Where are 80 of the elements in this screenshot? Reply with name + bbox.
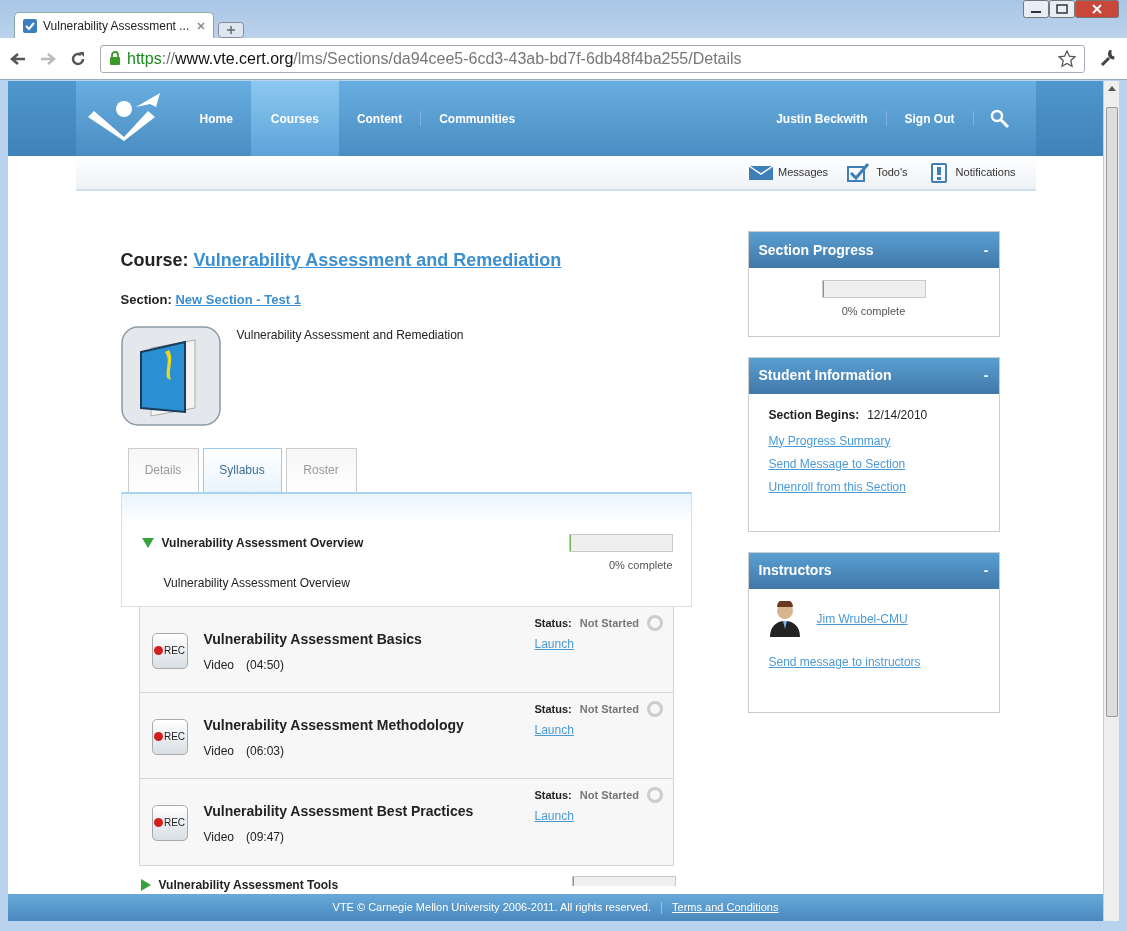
close-icon[interactable] bbox=[1075, 0, 1119, 18]
subbar-link[interactable]: Todo's bbox=[876, 164, 908, 181]
nav-link[interactable]: Content bbox=[338, 81, 421, 156]
page-tab[interactable]: Roster bbox=[285, 447, 357, 492]
expanded-triangle-icon[interactable] bbox=[141, 537, 154, 548]
site-favicon bbox=[23, 18, 37, 33]
browser-tab[interactable]: Vulnerability Assessment ... bbox=[14, 12, 214, 38]
progress-reading: 0% complete bbox=[607, 557, 673, 573]
status-value: Not Started bbox=[579, 701, 640, 717]
terms-link[interactable]: Terms and Conditions bbox=[672, 899, 779, 916]
lesson-title: Vulnerability Assessment Best Practices bbox=[203, 801, 475, 821]
lesson-meta: Video (04:50) bbox=[203, 656, 285, 674]
sign-out-link[interactable]: Sign Out bbox=[886, 81, 973, 156]
module-description: Vulnerability Assessment Overview bbox=[163, 574, 351, 592]
launch-link[interactable]: Launch bbox=[534, 807, 574, 825]
nav-link[interactable]: Courses bbox=[250, 81, 339, 156]
collapse-toggle[interactable]: - bbox=[983, 560, 989, 581]
course-title-link[interactable]: Vulnerability Assessment and Remediation bbox=[193, 250, 562, 270]
star-icon[interactable] bbox=[1058, 49, 1076, 68]
url-text: https://www.vte.cert.org/lms/Sections/da94cee5-6cd3-43ab-bd7f-6db48f4ba255/Details bbox=[127, 48, 743, 69]
address-bar[interactable]: https://www.vte.cert.org/lms/Sections/da94cee5-6cd3-43ab-bd7f-6db48f4ba255/Details bbox=[100, 44, 1085, 73]
status-value: Not Started bbox=[579, 615, 640, 631]
section-begins-date: 12/14/2010 bbox=[867, 407, 928, 422]
status-value: Not Started bbox=[579, 787, 640, 803]
scroll-up-icon[interactable] bbox=[1107, 85, 1116, 91]
person-silhouette-icon bbox=[768, 600, 801, 637]
panel-title: Section Progress bbox=[758, 240, 874, 260]
video-rec-icon: REC bbox=[151, 632, 188, 669]
panel-title: Student Information bbox=[758, 366, 892, 385]
sidebar-link[interactable]: Unenroll from this Section bbox=[768, 477, 979, 496]
collapse-toggle[interactable]: - bbox=[983, 239, 989, 261]
lock-icon bbox=[109, 51, 121, 66]
nav-link[interactable]: Communities bbox=[421, 81, 534, 156]
search-icon[interactable] bbox=[989, 108, 1010, 129]
back-arrow-icon[interactable] bbox=[10, 51, 26, 66]
subbar-link[interactable]: Notifications bbox=[955, 164, 1016, 181]
progress-reading: 0% complete bbox=[840, 304, 907, 319]
launch-link[interactable]: Launch bbox=[534, 721, 574, 739]
status-ring-icon bbox=[647, 700, 664, 717]
tab-title: Vulnerability Assessment ... bbox=[43, 17, 191, 35]
sidebar-link[interactable]: Send message to instructors bbox=[768, 652, 979, 671]
nav-link[interactable]: Home bbox=[181, 81, 251, 156]
new-tab-icon[interactable] bbox=[218, 22, 244, 38]
subbar-link[interactable]: Messages bbox=[778, 164, 829, 181]
lesson-meta: Video (09:47) bbox=[203, 828, 285, 846]
status-label: Status: bbox=[534, 615, 572, 631]
status-label: Status: bbox=[534, 701, 572, 717]
course-description: Vulnerability Assessment and Remediation bbox=[236, 326, 464, 344]
book-icon bbox=[120, 325, 221, 426]
footer-copyright: VTE © Carnegie Mellon University 2006-2011. All rights reserved. bbox=[332, 900, 652, 916]
close-icon[interactable] bbox=[197, 21, 205, 30]
collapsed-triangle-icon[interactable] bbox=[140, 878, 151, 891]
course-heading: Course: Vulnerability Assessment and Remediation bbox=[120, 249, 563, 272]
instructor-link[interactable]: Jim Wrubel-CMU bbox=[816, 609, 908, 628]
collapse-toggle[interactable]: - bbox=[983, 365, 989, 386]
lesson-meta: Video (06:03) bbox=[203, 742, 285, 760]
section-begins-label: Section Begins: bbox=[768, 407, 860, 422]
user-name-link[interactable]: Justin Beckwith bbox=[758, 81, 886, 156]
minimize-icon[interactable] bbox=[1023, 0, 1049, 18]
scrollbar-thumb[interactable] bbox=[1105, 107, 1118, 717]
sidebar-link[interactable]: Send Message to Section bbox=[768, 454, 979, 473]
module-title[interactable]: Vulnerability Assessment Tools bbox=[158, 875, 339, 894]
section-link[interactable]: New Section - Test 1 bbox=[175, 292, 301, 307]
sidebar-link[interactable]: My Progress Summary bbox=[768, 431, 979, 450]
video-rec-icon: REC bbox=[151, 718, 188, 755]
panel-title: Instructors bbox=[758, 561, 832, 580]
reload-icon[interactable] bbox=[70, 50, 86, 67]
status-ring-icon bbox=[647, 614, 664, 631]
page-tab[interactable]: Details bbox=[127, 447, 199, 492]
page-tab[interactable]: Syllabus bbox=[202, 447, 282, 492]
lesson-title: Vulnerability Assessment Basics bbox=[203, 629, 423, 649]
wrench-icon[interactable] bbox=[1099, 49, 1117, 68]
launch-link[interactable]: Launch bbox=[534, 635, 574, 653]
maximize-icon[interactable] bbox=[1049, 0, 1075, 18]
status-ring-icon bbox=[647, 786, 664, 803]
video-rec-icon: REC bbox=[151, 804, 188, 841]
lesson-title: Vulnerability Assessment Methodology bbox=[203, 715, 465, 735]
module-title[interactable]: Vulnerability Assessment Overview bbox=[161, 533, 364, 552]
section-heading: Section: New Section - Test 1 bbox=[120, 291, 302, 309]
status-label: Status: bbox=[534, 787, 572, 803]
